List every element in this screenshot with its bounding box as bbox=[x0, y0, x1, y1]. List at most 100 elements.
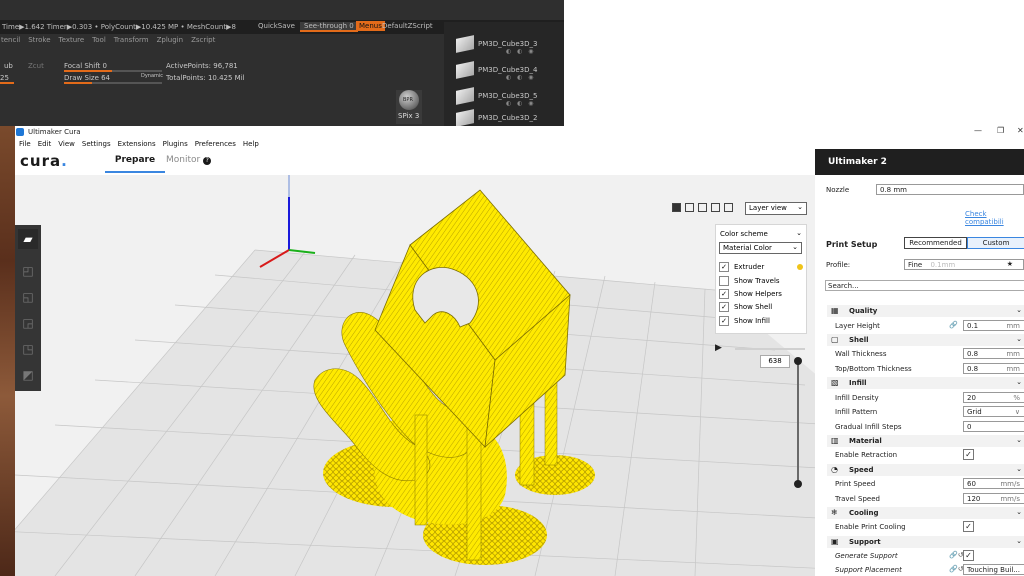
layer-slider-top-handle[interactable] bbox=[794, 357, 802, 365]
3d-viewport[interactable]: ▰ ◰ ◱ ◲ ◳ ◩ Layer view ⌄ Color scheme ⌄ … bbox=[15, 175, 815, 576]
subtool-controls-icon[interactable]: ◐ ◐ ◉ bbox=[506, 100, 536, 107]
checkbox[interactable]: ✓ bbox=[719, 289, 729, 299]
settings-search-input[interactable]: Search... bbox=[825, 280, 1024, 291]
zbrush-menu-item[interactable]: Zplugin bbox=[157, 36, 183, 48]
zbrush-menu-item[interactable]: Tool bbox=[92, 36, 106, 48]
rotate-tool-icon[interactable]: ◲ bbox=[18, 313, 38, 333]
checkbox[interactable] bbox=[719, 276, 729, 286]
custom-mode-button[interactable]: Custom bbox=[967, 237, 1024, 249]
tab-prepare[interactable]: Prepare bbox=[105, 155, 165, 173]
printer-selector[interactable]: Ultimaker 2 bbox=[815, 149, 1024, 175]
view-mode-dropdown[interactable]: Layer view ⌄ bbox=[745, 202, 807, 215]
top-view-icon[interactable] bbox=[698, 203, 707, 212]
link-icon[interactable]: 🔗 bbox=[949, 321, 958, 329]
setting-value-select[interactable]: Grid ∨ bbox=[963, 406, 1024, 417]
subtool-controls-icon[interactable]: ◐ ◐ ◉ bbox=[506, 48, 536, 55]
move-tool-icon[interactable]: ◰ bbox=[18, 261, 38, 281]
open-file-icon[interactable]: ▰ bbox=[18, 229, 38, 249]
window-titlebar[interactable]: Ultimaker Cura — ❐ ✕ bbox=[15, 126, 1024, 138]
nozzle-select[interactable]: 0.8 mm bbox=[876, 184, 1024, 195]
menu-preferences[interactable]: Preferences bbox=[195, 140, 236, 148]
see-through-slider[interactable]: See-through 0 bbox=[300, 22, 358, 32]
draw-size-slider[interactable]: Draw Size 64 bbox=[64, 74, 110, 82]
quicksave-button[interactable]: QuickSave bbox=[258, 22, 295, 30]
focal-shift-slider[interactable]: Focal Shift 0 bbox=[64, 62, 107, 70]
scale-tool-icon[interactable]: ◱ bbox=[18, 287, 38, 307]
link-reset-icon[interactable]: 🔗↺ bbox=[949, 565, 964, 573]
setting-value-input[interactable]: 0.1 mm bbox=[963, 320, 1024, 331]
subtool-item[interactable]: PM3D_Cube3D_2 bbox=[454, 109, 562, 126]
setting-value-input[interactable]: 120 mm/s bbox=[963, 493, 1024, 504]
focal-shift-track[interactable] bbox=[64, 70, 162, 72]
spix-button[interactable]: BPR SPix 3 bbox=[396, 90, 422, 124]
3d-view-icon[interactable] bbox=[672, 203, 681, 212]
star-icon[interactable]: ★ bbox=[1007, 260, 1013, 268]
section-cooling[interactable]: ❄ Cooling ⌄ bbox=[827, 507, 1024, 519]
section-infill[interactable]: ▧ Infill ⌄ bbox=[827, 377, 1024, 389]
section-quality[interactable]: ▦ Quality ⌄ bbox=[827, 305, 1024, 317]
menu-help[interactable]: Help bbox=[243, 140, 259, 148]
maximize-icon[interactable]: ❐ bbox=[997, 126, 1004, 135]
zbrush-menu-item[interactable]: Zscript bbox=[191, 36, 215, 48]
minimize-icon[interactable]: — bbox=[974, 126, 982, 135]
check-compatibility-link[interactable]: Check compatibili bbox=[965, 210, 1024, 226]
link-reset-icon[interactable]: 🔗↺ bbox=[949, 551, 964, 559]
checkbox[interactable]: ✓ bbox=[719, 302, 729, 312]
color-scheme-select[interactable]: Material Color ⌄ bbox=[719, 242, 802, 254]
left-track[interactable] bbox=[0, 82, 14, 84]
menu-settings[interactable]: Settings bbox=[82, 140, 111, 148]
right-view-icon[interactable] bbox=[724, 203, 733, 212]
default-zscript-button[interactable]: DefaultZScript bbox=[382, 22, 433, 30]
checkbox[interactable]: ✓ bbox=[963, 550, 974, 561]
show-infill-option[interactable]: ✓ Show Infill bbox=[719, 316, 805, 328]
setting-value-input[interactable]: 0.8 mm bbox=[963, 348, 1024, 359]
show-shell-option[interactable]: ✓ Show Shell bbox=[719, 302, 805, 314]
section-material[interactable]: ▥ Material ⌄ bbox=[827, 435, 1024, 447]
section-shell[interactable]: ▢ Shell ⌄ bbox=[827, 334, 1024, 346]
zbrush-menu-item[interactable]: tencil bbox=[1, 36, 20, 48]
recommended-mode-button[interactable]: Recommended bbox=[904, 237, 967, 249]
subtool-item[interactable]: PM3D_Cube3D_3 ◐ ◐ ◉ bbox=[454, 35, 562, 60]
front-view-icon[interactable] bbox=[685, 203, 694, 212]
menus-button[interactable]: Menus bbox=[356, 21, 385, 31]
zbrush-menu-item[interactable]: Transform bbox=[114, 36, 149, 48]
mirror-tool-icon[interactable]: ◳ bbox=[18, 339, 38, 359]
checkbox[interactable]: ✓ bbox=[719, 316, 729, 326]
draw-size-track[interactable] bbox=[64, 82, 162, 84]
checkbox[interactable]: ✓ bbox=[719, 262, 729, 272]
subtool-controls-icon[interactable]: ◐ ◐ ◉ bbox=[506, 74, 536, 81]
zbrush-menu-item[interactable]: Stroke bbox=[28, 36, 50, 48]
layer-slider-track[interactable] bbox=[797, 361, 799, 483]
checkbox[interactable]: ✓ bbox=[963, 521, 974, 532]
layer-number-input[interactable]: 638 bbox=[760, 355, 790, 368]
chevron-down-icon[interactable]: ⌄ bbox=[796, 229, 802, 237]
zcut-button[interactable]: Zcut bbox=[28, 62, 44, 70]
left-view-icon[interactable] bbox=[711, 203, 720, 212]
profile-select[interactable]: Fine 0.1mm ★ bbox=[904, 259, 1024, 270]
setting-value-input[interactable]: 20% bbox=[963, 392, 1024, 403]
setting-value-input[interactable]: 60 mm/s bbox=[963, 478, 1024, 489]
play-icon[interactable]: ▶ bbox=[715, 343, 722, 353]
show-travels-option[interactable]: Show Travels bbox=[719, 276, 805, 288]
setting-value-input[interactable]: 0 bbox=[963, 421, 1024, 432]
setting-value-select[interactable]: Touching Buil... bbox=[963, 564, 1024, 575]
menu-edit[interactable]: Edit bbox=[38, 140, 52, 148]
subtool-item[interactable]: PM3D_Cube3D_4 ◐ ◐ ◉ bbox=[454, 61, 562, 86]
close-icon[interactable]: ✕ bbox=[1017, 126, 1024, 135]
tab-monitor[interactable]: Monitor? bbox=[166, 155, 212, 165]
menu-extensions[interactable]: Extensions bbox=[118, 140, 156, 148]
layer-progress-slider[interactable] bbox=[735, 348, 805, 350]
zbrush-menu-item[interactable]: Texture bbox=[59, 36, 85, 48]
layer-slider-bottom-handle[interactable] bbox=[794, 480, 802, 488]
setting-value-input[interactable]: 0.8 mm bbox=[963, 363, 1024, 374]
menu-plugins[interactable]: Plugins bbox=[163, 140, 188, 148]
subtool-item[interactable]: PM3D_Cube3D_5 ◐ ◐ ◉ bbox=[454, 87, 562, 112]
menu-file[interactable]: File bbox=[19, 140, 31, 148]
extruder-option[interactable]: ✓ Extruder bbox=[719, 262, 805, 274]
dynamic-toggle[interactable]: Dynamic bbox=[141, 73, 163, 79]
checkbox[interactable]: ✓ bbox=[963, 449, 974, 460]
help-icon[interactable]: ? bbox=[203, 157, 212, 165]
zsub-button[interactable]: ub bbox=[4, 62, 13, 70]
menu-view[interactable]: View bbox=[58, 140, 75, 148]
section-speed[interactable]: ◔ Speed ⌄ bbox=[827, 464, 1024, 476]
